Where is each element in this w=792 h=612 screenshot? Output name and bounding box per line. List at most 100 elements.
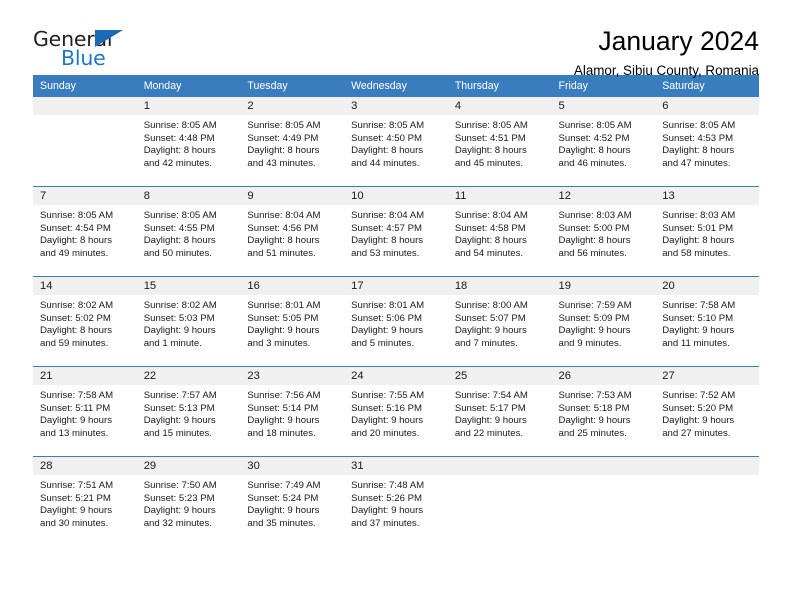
calendar-day-cell[interactable]: 3 Sunrise: 8:05 AM Sunset: 4:50 PM Daylight… [344, 97, 448, 187]
day-sun-info: Sunrise: 8:05 AM Sunset: 4:50 PM Daylight:… [344, 115, 448, 170]
day-daylight-line2-text: and 1 minute. [143, 337, 202, 349]
day-daylight-line2-text: and 27 minutes. [662, 427, 731, 439]
day-number [655, 457, 759, 475]
calendar-day-cell[interactable]: 8 Sunrise: 8:05 AM Sunset: 4:55 PM Daylight… [136, 186, 241, 277]
calendar-day-cell[interactable]: 13 Sunrise: 8:03 AM Sunset: 5:01 PM Dayligh… [655, 186, 759, 277]
calendar-day-cell[interactable]: 31 Sunrise: 7:48 AM Sunset: 5:26 PM Dayligh… [344, 456, 448, 546]
day-daylight-line1-text: Daylight: 9 hours [40, 505, 112, 517]
day-daylight-line2-text: and 44 minutes. [351, 157, 420, 169]
day-number: 9 [240, 187, 345, 205]
day-sun-info: Sunrise: 8:04 AM Sunset: 4:57 PM Daylight:… [344, 205, 448, 260]
weekday-header-row: Sunday Monday Tuesday Wednesday Thursday… [33, 75, 759, 97]
calendar-day-cell[interactable]: 23 Sunrise: 7:56 AM Sunset: 5:14 PM Dayligh… [240, 366, 345, 457]
day-number: 6 [655, 97, 759, 115]
day-sunrise-text: Sunrise: 7:48 AM [351, 480, 425, 491]
calendar-day-cell[interactable]: 12 Sunrise: 8:03 AM Sunset: 5:00 PM Dayligh… [551, 186, 656, 277]
calendar-day-cell[interactable]: 27 Sunrise: 7:52 AM Sunset: 5:20 PM Dayligh… [655, 366, 759, 457]
day-sunrise-text: Sunrise: 8:05 AM [662, 120, 736, 131]
calendar-day-cell[interactable]: 9 Sunrise: 8:04 AM Sunset: 4:56 PM Daylight… [240, 186, 345, 277]
weekday-header-saturday: Saturday [655, 75, 759, 97]
calendar-day-cell[interactable]: 4 Sunrise: 8:05 AM Sunset: 4:51 PM Daylight… [447, 97, 552, 187]
calendar-day-cell[interactable]: 22 Sunrise: 7:57 AM Sunset: 5:13 PM Dayligh… [136, 366, 241, 457]
day-daylight-line2-text: and 15 minutes. [143, 427, 212, 439]
weekday-header-thursday: Thursday [447, 75, 552, 97]
page-subtitle: Alamor, Sibiu County, Romania [573, 62, 759, 78]
day-sunrise-text: Sunrise: 8:00 AM [454, 300, 528, 311]
day-sun-info: Sunrise: 7:51 AM Sunset: 5:21 PM Daylight:… [33, 475, 137, 530]
day-sun-info: Sunrise: 8:03 AM Sunset: 5:00 PM Daylight:… [552, 205, 656, 260]
day-sun-info: Sunrise: 7:50 AM Sunset: 5:23 PM Daylight:… [137, 475, 241, 530]
calendar-day-cell[interactable]: 7 Sunrise: 8:05 AM Sunset: 4:54 PM Daylight… [33, 186, 137, 277]
day-daylight-line2-text: and 20 minutes. [351, 427, 420, 439]
day-sun-info: Sunrise: 8:05 AM Sunset: 4:53 PM Daylight:… [655, 115, 759, 170]
day-sun-info: Sunrise: 8:00 AM Sunset: 5:07 PM Daylight:… [448, 295, 552, 350]
day-sunset-text: Sunset: 5:26 PM [351, 492, 423, 504]
calendar-day-cell[interactable]: 1 Sunrise: 8:05 AM Sunset: 4:48 PM Daylight… [136, 97, 241, 187]
day-number [447, 457, 552, 475]
calendar-day-cell[interactable]: 17 Sunrise: 8:01 AM Sunset: 5:06 PM Dayligh… [344, 276, 448, 367]
day-daylight-line2-text: and 18 minutes. [247, 427, 316, 439]
day-sun-info: Sunrise: 7:56 AM Sunset: 5:14 PM Daylight:… [240, 385, 344, 440]
logo-text-blue: Blue [61, 46, 106, 70]
day-sunrise-text: Sunrise: 7:53 AM [558, 390, 632, 401]
day-sun-info: Sunrise: 7:53 AM Sunset: 5:18 PM Daylight:… [552, 385, 656, 440]
day-daylight-line1-text: Daylight: 8 hours [143, 235, 216, 247]
page-title: January 2024 [598, 26, 759, 56]
weekday-header-friday: Friday [551, 75, 656, 97]
day-sunrise-text: Sunrise: 8:04 AM [454, 210, 528, 221]
calendar-day-cell[interactable]: 28 Sunrise: 7:51 AM Sunset: 5:21 PM Dayligh… [33, 456, 137, 546]
calendar-day-cell[interactable]: 18 Sunrise: 8:00 AM Sunset: 5:07 PM Dayligh… [447, 276, 552, 367]
day-daylight-line2-text: and 53 minutes. [351, 247, 420, 259]
day-sunrise-text: Sunrise: 8:04 AM [351, 210, 425, 221]
calendar-day-cell[interactable]: 20 Sunrise: 7:58 AM Sunset: 5:10 PM Dayligh… [655, 276, 759, 367]
day-sun-info: Sunrise: 7:48 AM Sunset: 5:26 PM Daylight:… [344, 475, 448, 530]
calendar-day-cell[interactable]: 29 Sunrise: 7:50 AM Sunset: 5:23 PM Dayligh… [136, 456, 241, 546]
calendar-cell-empty [33, 97, 137, 187]
day-sun-info: Sunrise: 7:52 AM Sunset: 5:20 PM Daylight:… [655, 385, 759, 440]
day-daylight-line2-text: and 9 minutes. [558, 337, 622, 349]
calendar-day-cell[interactable]: 26 Sunrise: 7:53 AM Sunset: 5:18 PM Dayligh… [551, 366, 656, 457]
day-sunset-text: Sunset: 5:16 PM [351, 402, 423, 414]
calendar-week-row: 7 Sunrise: 8:05 AM Sunset: 4:54 PM Daylight… [33, 186, 759, 277]
weekday-header-wednesday: Wednesday [344, 75, 448, 97]
calendar-day-cell[interactable]: 2 Sunrise: 8:05 AM Sunset: 4:49 PM Daylight… [240, 97, 345, 187]
day-sunrise-text: Sunrise: 7:50 AM [143, 480, 217, 491]
calendar-day-cell[interactable]: 11 Sunrise: 8:04 AM Sunset: 4:58 PM Dayligh… [447, 186, 552, 277]
day-sunrise-text: Sunrise: 7:49 AM [247, 480, 321, 491]
calendar-day-cell[interactable]: 15 Sunrise: 8:02 AM Sunset: 5:03 PM Dayligh… [136, 276, 241, 367]
calendar-day-cell[interactable]: 10 Sunrise: 8:04 AM Sunset: 4:57 PM Dayligh… [344, 186, 448, 277]
day-number: 16 [240, 277, 345, 295]
day-sun-info: Sunrise: 8:05 AM Sunset: 4:54 PM Daylight:… [33, 205, 137, 260]
calendar-day-cell[interactable]: 25 Sunrise: 7:54 AM Sunset: 5:17 PM Dayligh… [447, 366, 552, 457]
calendar-day-cell[interactable]: 16 Sunrise: 8:01 AM Sunset: 5:05 PM Dayligh… [240, 276, 345, 367]
day-number: 2 [240, 97, 345, 115]
day-sunrise-text: Sunrise: 7:57 AM [143, 390, 217, 401]
calendar-day-cell[interactable]: 14 Sunrise: 8:02 AM Sunset: 5:02 PM Dayligh… [33, 276, 137, 367]
calendar-day-cell[interactable]: 21 Sunrise: 7:58 AM Sunset: 5:11 PM Dayligh… [33, 366, 137, 457]
day-daylight-line2-text: and 37 minutes. [351, 517, 420, 529]
day-daylight-line1-text: Daylight: 9 hours [351, 505, 424, 517]
calendar-day-cell[interactable]: 5 Sunrise: 8:05 AM Sunset: 4:52 PM Daylight… [551, 97, 656, 187]
day-daylight-line2-text: and 45 minutes. [454, 157, 524, 169]
day-sun-info: Sunrise: 8:05 AM Sunset: 4:49 PM Daylight:… [240, 115, 344, 170]
day-sunset-text: Sunset: 5:02 PM [40, 312, 111, 324]
day-sunrise-text: Sunrise: 7:51 AM [40, 480, 114, 491]
day-sunrise-text: Sunrise: 8:04 AM [247, 210, 321, 221]
day-number: 27 [655, 367, 759, 385]
day-daylight-line2-text: and 13 minutes. [40, 427, 109, 439]
calendar-day-cell[interactable]: 30 Sunrise: 7:49 AM Sunset: 5:24 PM Dayligh… [240, 456, 345, 546]
calendar-day-cell[interactable]: 6 Sunrise: 8:05 AM Sunset: 4:53 PM Daylight… [655, 97, 759, 187]
day-number: 13 [655, 187, 759, 205]
day-number: 23 [240, 367, 345, 385]
day-number: 19 [551, 277, 656, 295]
day-sun-info: Sunrise: 8:02 AM Sunset: 5:02 PM Daylight:… [33, 295, 137, 350]
day-sun-info: Sunrise: 7:54 AM Sunset: 5:17 PM Daylight:… [448, 385, 552, 440]
day-sunset-text: Sunset: 5:18 PM [558, 402, 630, 414]
day-sunrise-text: Sunrise: 8:03 AM [558, 210, 632, 221]
calendar-day-cell[interactable]: 19 Sunrise: 7:59 AM Sunset: 5:09 PM Dayligh… [551, 276, 656, 367]
calendar-table: Sunday Monday Tuesday Wednesday Thursday… [33, 75, 759, 546]
day-sun-info: Sunrise: 7:55 AM Sunset: 5:16 PM Daylight:… [344, 385, 448, 440]
day-daylight-line1-text: Daylight: 8 hours [558, 145, 631, 157]
calendar-day-cell[interactable]: 24 Sunrise: 7:55 AM Sunset: 5:16 PM Dayligh… [344, 366, 448, 457]
day-sunrise-text: Sunrise: 8:05 AM [143, 120, 217, 131]
